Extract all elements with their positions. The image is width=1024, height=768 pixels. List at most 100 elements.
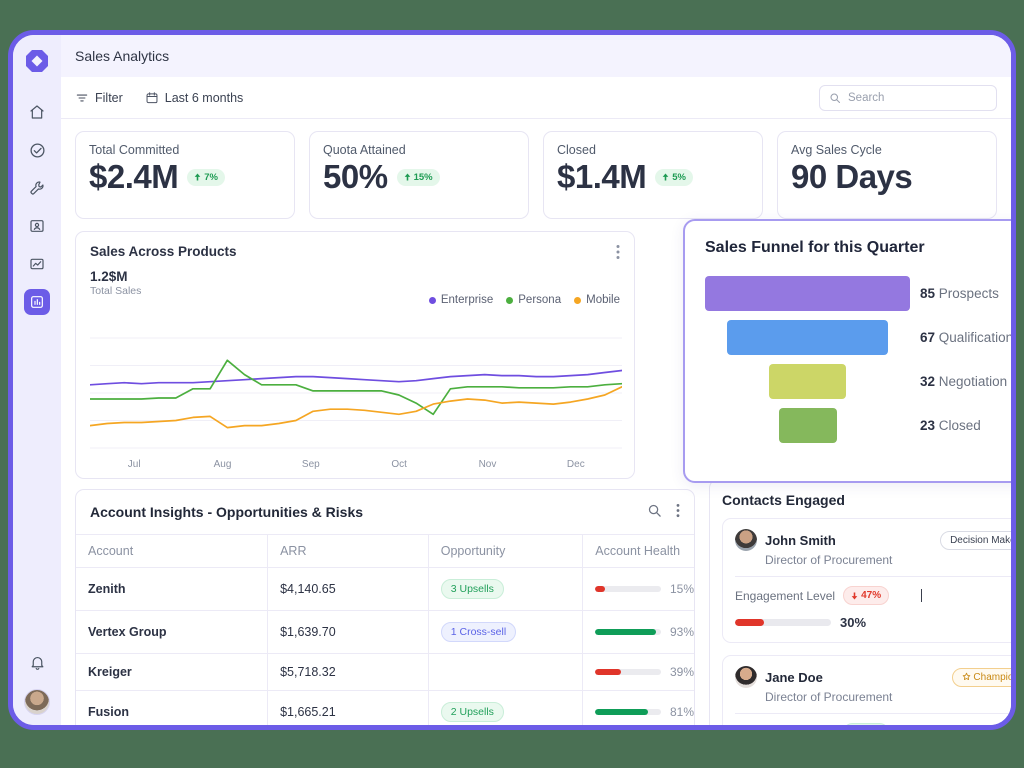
column-header-arr[interactable]: ARR [268,535,429,568]
kpi-card-total-committed[interactable]: Total Committed $2.4M 7% [75,131,295,219]
x-tick: Dec [532,459,620,470]
star-icon [962,672,971,681]
kpi-label: Closed [557,143,749,157]
column-header-opportunity[interactable]: Opportunity [428,535,583,568]
table-title: Account Insights - Opportunities & Risks [90,504,363,520]
bottom-row: Account Insights - Opportunities & Risks [61,479,1011,730]
contacts-list: John Smith Decision Maker Director of Pr… [722,518,1016,730]
funnel-rows: 85 Prospects 67 Qualification 32 Negotia… [705,271,1016,447]
sidebar-item-contacts[interactable] [24,213,50,239]
x-tick: Jul [90,459,178,470]
engagement-delta-badge: 47% [843,586,889,605]
health-bar-track [595,669,661,675]
legend-label: Mobile [586,294,620,306]
kpi-card-avg-sales-cycle[interactable]: Avg Sales Cycle 90 Days [777,131,997,219]
table-row[interactable]: Zenith $4,140.65 3 Upsells 15% [76,568,694,611]
contacts-engaged-panel: Contacts Engaged John Smith Decision Mak… [709,479,1016,730]
sidebar-item-reports[interactable] [24,251,50,277]
kpi-delta-value: 15% [414,172,433,183]
funnel-bar-track [705,408,910,443]
app-window: Sales Analytics Filter Last 6 months Sea… [8,30,1016,730]
table-row[interactable]: Fusion $1,665.21 2 Upsells 81% [76,691,694,731]
table-row[interactable]: Kreiger $5,718.32 39% [76,654,694,691]
funnel-bar [769,364,846,399]
funnel-row[interactable]: 85 Prospects [705,271,1016,315]
search-icon [647,503,662,518]
funnel-bar [779,408,837,443]
date-range-button[interactable]: Last 6 months [145,91,244,105]
cell-opportunity: 3 Upsells [428,568,583,611]
funnel-value: 85 [920,286,935,301]
search-input[interactable]: Search [819,85,997,111]
arrow-up-icon [194,173,201,181]
date-range-label: Last 6 months [165,91,244,105]
legend-item-enterprise[interactable]: Enterprise [429,294,493,306]
contact-role: Director of Procurement [765,690,1016,704]
sidebar-item-analytics[interactable] [24,289,50,315]
opportunity-chip[interactable]: 2 Upsells [441,702,504,722]
opportunity-chip[interactable]: 3 Upsells [441,579,504,599]
funnel-label: 85 Prospects [920,286,999,301]
x-tick: Sep [267,459,355,470]
table-row[interactable]: Vertex Group $1,639.70 1 Cross-sell 93% [76,611,694,654]
engagement-bar-fill [735,619,764,626]
account-insights-card: Account Insights - Opportunities & Risks [75,489,695,730]
filter-button[interactable]: Filter [75,91,123,105]
contact-card-icon [29,218,45,234]
kebab-menu-icon [616,244,620,260]
kpi-label: Total Committed [89,143,281,157]
table-menu-button[interactable] [676,503,680,521]
legend-item-mobile[interactable]: Mobile [574,294,620,306]
filter-label: Filter [95,91,123,105]
kpi-value: $1.4M [557,159,646,195]
table-search-button[interactable] [647,503,662,521]
x-tick: Aug [178,459,266,470]
column-header-account-health[interactable]: Account Health [583,535,694,568]
search-icon [829,92,841,104]
contact-tag-badge: Champion [952,668,1016,687]
arrow-down-icon [851,592,858,600]
funnel-row[interactable]: 23 Closed [705,403,1016,447]
contact-name: Jane Doe [765,670,823,685]
kpi-delta-badge: 5% [655,169,693,186]
kpi-card-closed[interactable]: Closed $1.4M 5% [543,131,763,219]
sidebar-bottom [24,649,50,715]
cell-account-health: 93% [583,611,694,654]
user-avatar[interactable] [24,689,50,715]
bar-chart-icon [29,294,45,310]
funnel-value: 67 [920,330,935,345]
health-percent: 93% [670,625,694,639]
contact-card[interactable]: John Smith Decision Maker Director of Pr… [722,518,1016,643]
cell-account-health: 81% [583,691,694,731]
funnel-row[interactable]: 67 Qualification [705,315,1016,359]
sidebar-nav [24,99,50,315]
text-cursor [921,589,922,602]
funnel-row[interactable]: 32 Negotiation [705,359,1016,403]
chart-menu-button[interactable] [616,244,620,265]
engagement-delta-badge: 23% [843,723,889,730]
sidebar [13,35,61,725]
sidebar-item-tools[interactable] [24,175,50,201]
opportunity-chip[interactable]: 1 Cross-sell [441,622,516,642]
funnel-value: 23 [920,418,935,433]
cell-opportunity [428,654,583,691]
cell-account-health: 39% [583,654,694,691]
cell-account: Vertex Group [76,611,268,654]
legend-label: Persona [518,294,561,306]
sidebar-item-tasks[interactable] [24,137,50,163]
column-header-account[interactable]: Account [76,535,268,568]
engagement-level-label: Engagement Level [735,589,835,603]
chart-legend: Enterprise Persona Mobile [429,294,620,306]
kpi-card-quota-attained[interactable]: Quota Attained 50% 15% [309,131,529,219]
divider [735,576,1016,577]
cell-arr: $1,639.70 [268,611,429,654]
kpi-delta-value: 5% [672,172,686,183]
octagon-diamond-logo-icon[interactable] [23,47,51,75]
funnel-stage: Prospects [939,286,999,301]
home-icon [29,104,45,120]
engagement-delta-value: 23% [861,727,881,730]
legend-item-persona[interactable]: Persona [506,294,561,306]
sidebar-item-home[interactable] [24,99,50,125]
notifications-button[interactable] [24,649,50,675]
contact-card[interactable]: Jane Doe Champion Director of Procuremen… [722,655,1016,730]
